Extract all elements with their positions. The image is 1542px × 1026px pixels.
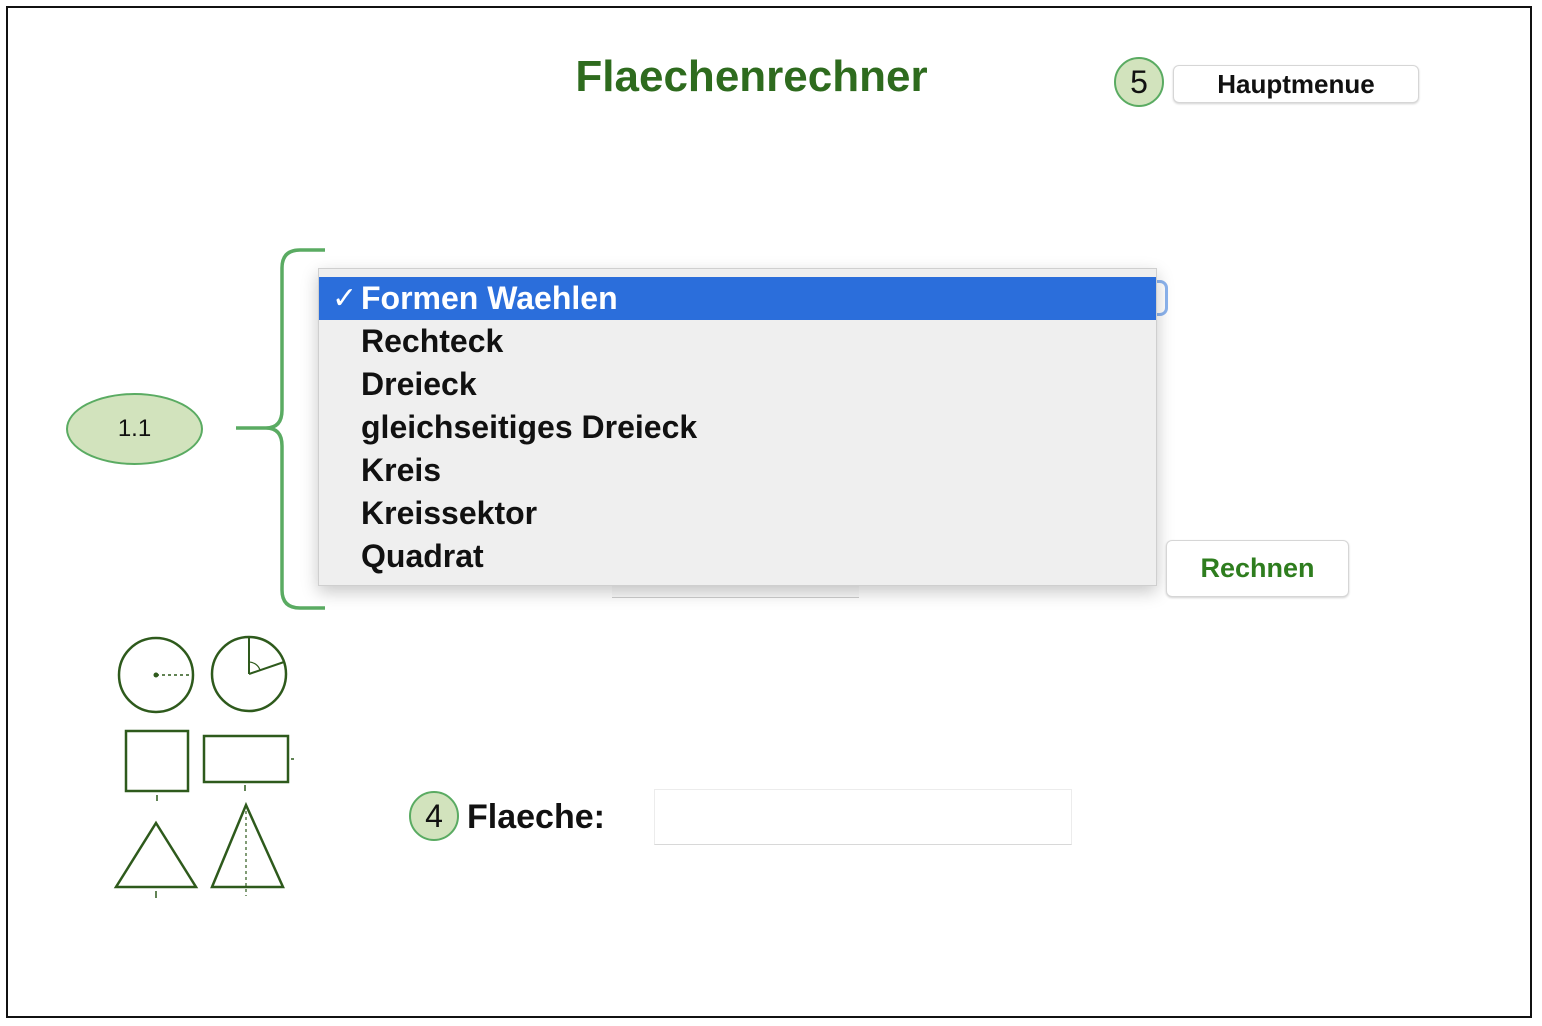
shape-option-rechteck[interactable]: Rechteck (319, 320, 1156, 363)
option-label: Rechteck (361, 323, 504, 359)
rectangle-icon (202, 734, 294, 791)
callout-badge-4-label: 4 (425, 797, 443, 834)
option-label: Dreieck (361, 366, 477, 402)
shape-option-kreis[interactable]: Kreis (319, 449, 1156, 492)
option-label: Quadrat (361, 538, 484, 574)
area-result-field[interactable] (654, 789, 1072, 845)
main-menu-button[interactable]: Hauptmenue (1173, 65, 1419, 103)
circle-radius-icon (117, 636, 195, 714)
callout-badge-4: 4 (409, 791, 459, 841)
shape-select-dropdown[interactable]: ✓ Formen Waehlen Rechteck Dreieck gleich… (318, 268, 1157, 586)
option-label: Kreis (361, 452, 442, 488)
option-label: gleichseitiges Dreieck (361, 409, 698, 445)
calculate-button[interactable]: Rechnen (1166, 540, 1349, 597)
checkmark-icon: ✓ (332, 281, 358, 316)
callout-badge-5-label: 5 (1130, 63, 1148, 100)
shape-illustrations (113, 635, 294, 898)
shape-option-formen-waehlen[interactable]: ✓ Formen Waehlen (319, 277, 1156, 320)
callout-badge-5: 5 (1114, 57, 1164, 107)
circle-sector-icon (210, 635, 288, 713)
option-label: Formen Waehlen (361, 280, 618, 316)
shape-option-dreieck[interactable]: Dreieck (319, 363, 1156, 406)
shape-option-quadrat[interactable]: Quadrat (319, 535, 1156, 578)
equilateral-triangle-icon (113, 820, 199, 898)
shape-option-gleichseitiges-dreieck[interactable]: gleichseitiges Dreieck (319, 406, 1156, 449)
triangle-height-icon (210, 801, 285, 896)
callout-badge-1-1: 1.1 (66, 393, 203, 465)
square-icon (124, 729, 190, 801)
shape-option-kreissektor[interactable]: Kreissektor (319, 492, 1156, 535)
callout-badge-1-1-label: 1.1 (117, 415, 152, 442)
option-label: Kreissektor (361, 495, 538, 531)
area-label: Flaeche: (467, 798, 605, 836)
